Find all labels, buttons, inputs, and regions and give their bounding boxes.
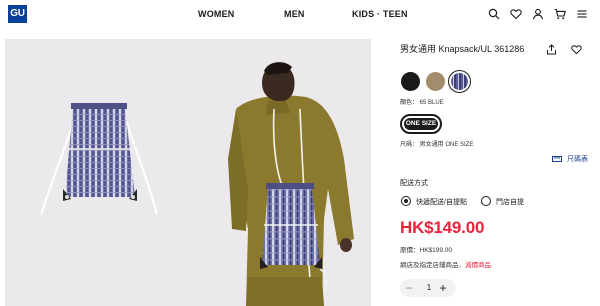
price-note-text: 網店及指定店鋪商品．	[400, 262, 465, 269]
nav-women[interactable]: WOMEN	[198, 9, 235, 19]
nav-men[interactable]: MEN	[284, 9, 305, 19]
size-chart-link[interactable]: 尺碼表	[567, 154, 588, 164]
model-illustration	[228, 62, 354, 306]
user-icon[interactable]	[532, 8, 544, 20]
product-image-model[interactable]	[188, 39, 371, 306]
search-icon[interactable]	[488, 8, 500, 20]
gu-logo[interactable]: GU	[8, 5, 27, 23]
quantity-increase-button[interactable]: +	[436, 281, 450, 295]
shipping-radio-delivery[interactable]	[401, 196, 411, 206]
size-option-label: ONE SIZE	[404, 118, 438, 130]
price-note: 網店及指定店鋪商品．減價商品	[400, 259, 491, 269]
site-header: GU WOMEN MEN KIDS · TEEN	[0, 0, 600, 30]
size-option-button[interactable]: ONE SIZE	[400, 114, 442, 134]
color-swatch-blue-fill	[451, 73, 468, 90]
share-icon[interactable]	[546, 44, 557, 55]
menu-icon[interactable]	[576, 8, 588, 20]
sale-price: HK$149.00	[400, 218, 485, 237]
original-price: 原價：HK$199.00	[400, 247, 453, 254]
color-swatch-beige[interactable]	[426, 72, 445, 91]
shipping-radio-store-pickup[interactable]	[481, 196, 491, 206]
shipping-option-store-pickup[interactable]: 門店自提	[496, 197, 524, 207]
cart-icon[interactable]	[554, 8, 566, 20]
ruler-icon[interactable]	[552, 156, 562, 162]
sale-badge-text: 減價商品	[465, 262, 491, 269]
shipping-heading: 配送方式	[400, 180, 428, 187]
shipping-option-delivery[interactable]: 快遞配送/自提點	[416, 197, 467, 207]
heart-icon[interactable]	[510, 8, 522, 20]
quantity-decrease-button[interactable]: −	[402, 281, 416, 295]
color-swatch-black[interactable]	[401, 72, 420, 91]
quantity-value: 1	[426, 283, 432, 292]
product-image-bag[interactable]	[5, 39, 188, 306]
color-label: 顏色： 65 BLUE	[400, 100, 444, 106]
size-label: 尺碼： 男女通用 ONE SIZE	[400, 142, 474, 148]
product-title: 男女通用 Knapsack/UL 361286	[400, 44, 525, 54]
wishlist-icon[interactable]	[571, 44, 582, 55]
color-swatch-blue[interactable]	[448, 70, 471, 93]
bag-illustration	[36, 103, 162, 219]
nav-kids-teen[interactable]: KIDS · TEEN	[352, 9, 408, 19]
